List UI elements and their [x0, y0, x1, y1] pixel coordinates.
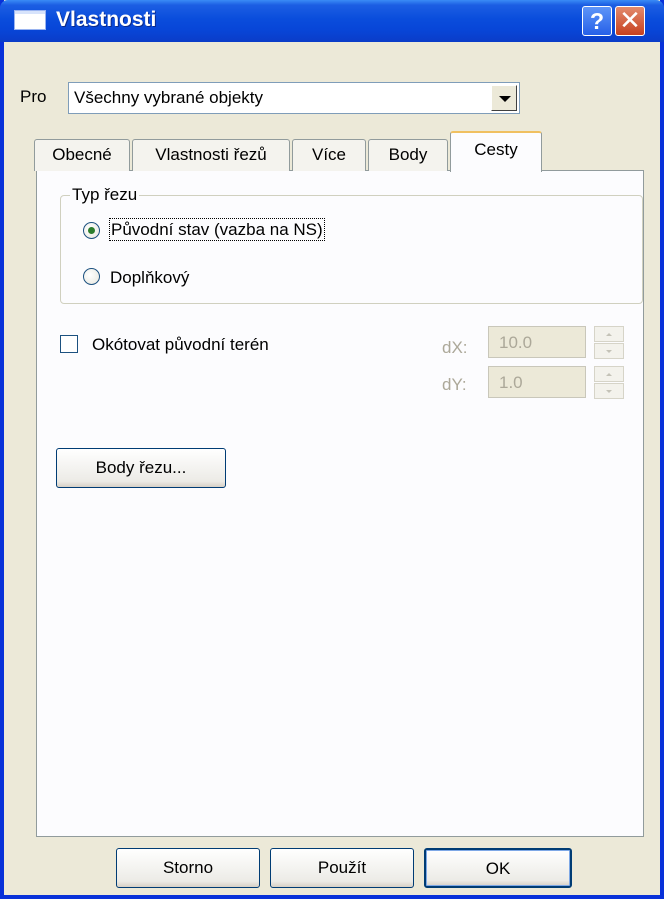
tab-vice[interactable]: Více	[292, 139, 366, 171]
dy-spin-down-icon[interactable]	[594, 383, 624, 399]
radio-supplementary-label[interactable]: Doplňkový	[110, 268, 189, 288]
section-type-title: Typ řezu	[70, 185, 140, 205]
radio-supplementary[interactable]	[83, 268, 100, 285]
tab-obecne[interactable]: Obecné	[34, 139, 130, 171]
ok-button[interactable]: OK	[424, 848, 572, 888]
dx-spin-down-icon[interactable]	[594, 343, 624, 359]
radio-original-state-label[interactable]: Původní stav (vazba na NS)	[109, 218, 325, 241]
apply-button[interactable]: Použít	[270, 848, 414, 888]
help-button[interactable]: ?	[582, 6, 612, 36]
close-button[interactable]: ✕	[615, 6, 645, 36]
dimension-terrain-checkbox[interactable]	[60, 335, 78, 353]
cancel-button[interactable]: Storno	[116, 848, 260, 888]
scope-select[interactable]: Všechny vybrané objekty	[68, 82, 520, 114]
window-icon	[14, 10, 46, 30]
tab-cesty[interactable]: Cesty	[450, 131, 542, 172]
dy-label: dY:	[442, 375, 467, 394]
tab-body[interactable]: Body	[368, 139, 448, 171]
section-points-button[interactable]: Body řezu...	[56, 448, 226, 488]
focus-text: Původní stav (vazba na NS)	[109, 218, 325, 241]
tab-vlastnosti-rezu[interactable]: Vlastnosti řezů	[132, 139, 290, 171]
window-title: Vlastnosti	[56, 8, 157, 31]
dx-spin-up-icon[interactable]	[594, 326, 624, 342]
properties-dialog: Vlastnosti ? ✕ Pro Všechny vybrané objek…	[0, 0, 664, 899]
dx-value: 10.0	[499, 333, 533, 352]
dy-spin-up-icon[interactable]	[594, 366, 624, 382]
scope-select-value: Všechny vybrané objekty	[74, 88, 263, 107]
dy-input[interactable]: 1.0	[488, 366, 586, 398]
radio-original-state[interactable]	[83, 222, 100, 239]
title-bar[interactable]: Vlastnosti ? ✕	[0, 0, 664, 42]
scope-label: Pro	[20, 87, 47, 106]
chevron-down-icon[interactable]	[491, 85, 517, 111]
dx-label: dX:	[442, 338, 468, 357]
dy-value: 1.0	[499, 373, 523, 392]
dx-input[interactable]: 10.0	[488, 326, 586, 358]
dimension-terrain-label[interactable]: Okótovat původní terén	[92, 335, 269, 355]
